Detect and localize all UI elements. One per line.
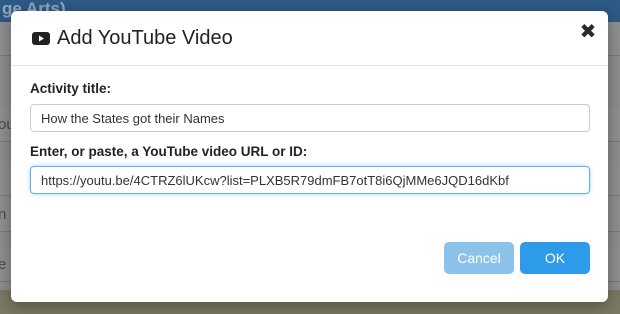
video-url-label: Enter, or paste, a YouTube video URL or … <box>30 144 308 159</box>
dialog-title: Add YouTube Video <box>57 27 233 49</box>
activity-title-label: Activity title: <box>30 81 112 96</box>
ok-button[interactable]: OK <box>520 242 590 274</box>
close-icon[interactable]: ✖ <box>579 22 597 42</box>
activity-title-input[interactable] <box>30 104 590 132</box>
video-url-input[interactable] <box>30 166 590 194</box>
youtube-icon <box>32 32 50 45</box>
add-youtube-video-dialog: Add YouTube Video ✖ Activity title: Ente… <box>11 11 608 302</box>
dialog-header: Add YouTube Video ✖ <box>11 11 608 66</box>
cancel-button[interactable]: Cancel <box>444 242 514 274</box>
